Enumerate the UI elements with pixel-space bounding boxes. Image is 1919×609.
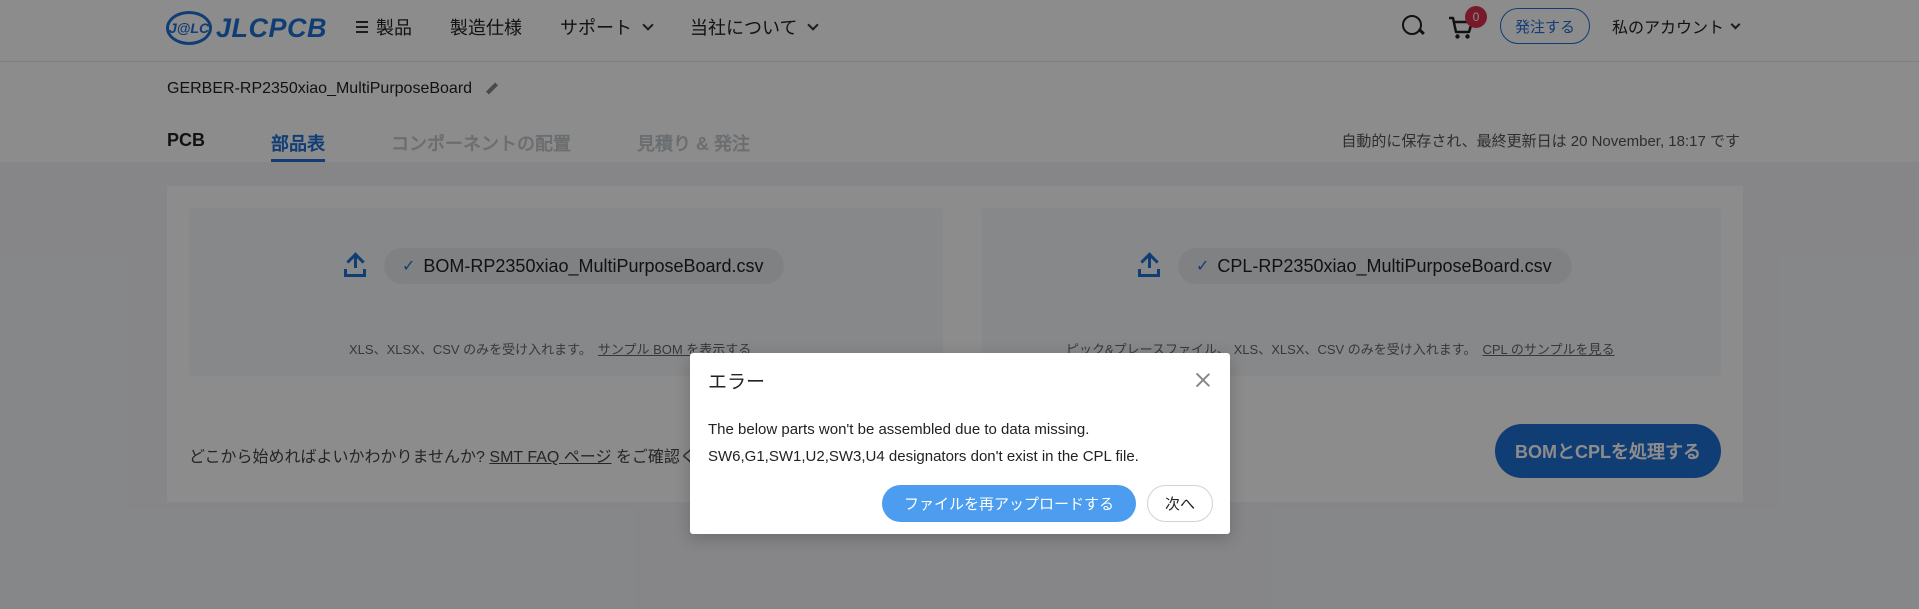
next-button[interactable]: 次へ (1147, 485, 1213, 522)
dialog-message-line-2: SW6,G1,SW1,U2,SW3,U4 designators don't e… (708, 448, 1139, 465)
dialog-title: エラー (708, 372, 766, 393)
error-dialog: エラー The below parts won't be assembled d… (690, 353, 1230, 534)
dialog-message: The below parts won't be assembled due t… (708, 416, 1139, 470)
reupload-files-button[interactable]: ファイルを再アップロードする (882, 485, 1136, 522)
close-icon[interactable] (1196, 373, 1210, 387)
dialog-message-line-1: The below parts won't be assembled due t… (708, 421, 1090, 438)
